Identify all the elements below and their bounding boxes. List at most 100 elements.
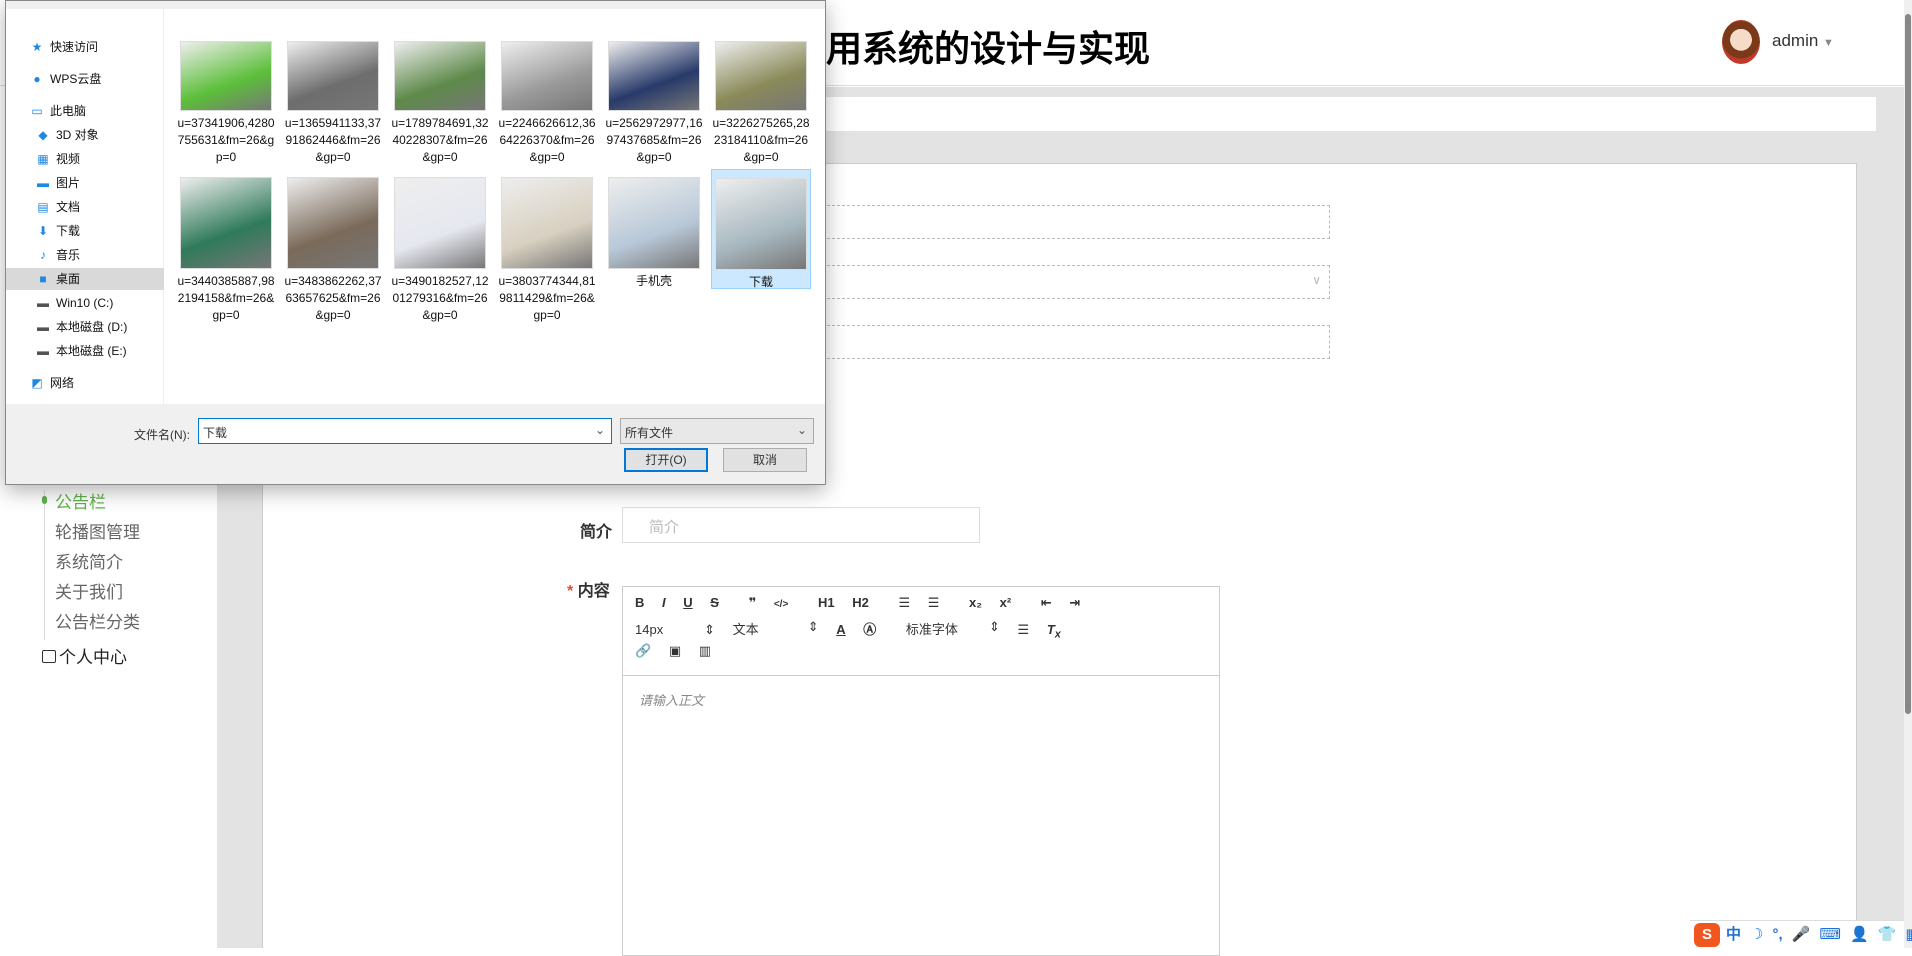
- file-item[interactable]: u=3803774344,819811429&fm=26&gp=0: [497, 169, 597, 324]
- file-name: u=2562972977,1697437685&fm=26&gp=0: [605, 116, 703, 164]
- file-item[interactable]: u=1789784691,3240228307&fm=26&gp=0: [390, 37, 490, 166]
- breadcrumb: [820, 97, 1876, 131]
- nav-item-label: 桌面: [56, 272, 81, 286]
- nav-item[interactable]: ◩ 网络: [30, 372, 164, 394]
- font-family-value: 标准字体: [905, 622, 958, 637]
- clear-format-icon[interactable]: Tx: [1047, 622, 1061, 641]
- background-color-icon[interactable]: Ⓐ: [863, 619, 876, 638]
- ordered-list-icon[interactable]: ☰: [898, 595, 910, 611]
- nav-item[interactable]: ▤ 文档: [36, 196, 170, 218]
- nav-item[interactable]: ◆ 3D 对象: [36, 124, 170, 146]
- nav-item[interactable]: ▭ 此电脑: [30, 100, 164, 122]
- sidebar-item-personal[interactable]: 个人中心: [42, 643, 127, 668]
- strike-button[interactable]: S: [710, 595, 719, 610]
- code-button[interactable]: </>: [774, 599, 788, 610]
- drive-icon: ▬: [37, 320, 49, 334]
- open-button[interactable]: 打开(O): [624, 448, 708, 472]
- superscript-button[interactable]: x²: [1000, 595, 1012, 610]
- file-item[interactable]: u=37341906,4280755631&fm=26&gp=0: [176, 37, 276, 166]
- microphone-icon[interactable]: 🎤: [1792, 926, 1811, 943]
- nav-item[interactable]: ⬇ 下载: [36, 220, 170, 242]
- nav-item-label: 本地磁盘 (E:): [56, 344, 127, 358]
- align-icon[interactable]: ☰: [1018, 622, 1030, 638]
- file-item[interactable]: u=3226275265,2823184110&fm=26&gp=0: [711, 37, 811, 166]
- file-item[interactable]: 手机壳: [604, 169, 704, 290]
- sidebar-item-intro[interactable]: 系统简介: [55, 548, 123, 573]
- nav-item[interactable]: ■ 桌面: [6, 268, 164, 290]
- subscript-button[interactable]: x₂: [969, 595, 982, 610]
- bullet-list-icon[interactable]: ☰: [928, 595, 940, 611]
- nav-item[interactable]: ▬ Win10 (C:): [36, 292, 170, 314]
- font-family-select[interactable]: 标准字体 ⇕: [906, 619, 1000, 638]
- sidebar-item-notice[interactable]: 公告栏: [55, 488, 106, 513]
- updown-icon: ⇕: [704, 622, 715, 637]
- picture-icon: ▬: [37, 176, 49, 190]
- nav-item-label: 快速访问: [50, 40, 99, 54]
- italic-button[interactable]: I: [662, 595, 666, 610]
- nav-item-label: 下载: [56, 224, 81, 238]
- punctuation-icon[interactable]: °,: [1772, 926, 1782, 943]
- sidebar-item-notice-category[interactable]: 公告栏分类: [55, 608, 140, 633]
- video-icon[interactable]: ▥: [699, 643, 711, 659]
- h2-button[interactable]: H2: [852, 595, 869, 610]
- page-scrollbar[interactable]: [1904, 0, 1912, 948]
- h1-button[interactable]: H1: [818, 595, 835, 610]
- form-select[interactable]: ∨: [812, 265, 1330, 299]
- sogou-logo-icon[interactable]: S: [1694, 923, 1720, 947]
- cloud-icon: ●: [33, 72, 41, 86]
- skin-icon[interactable]: 👕: [1878, 926, 1897, 943]
- blockquote-button[interactable]: ❞: [749, 595, 757, 611]
- file-item[interactable]: u=2246626612,3664226370&fm=26&gp=0: [497, 37, 597, 166]
- file-thumbnail: [394, 41, 486, 111]
- file-type-select[interactable]: 所有文件 ⌄: [620, 418, 814, 444]
- file-item[interactable]: u=1365941133,3791862446&fm=26&gp=0: [283, 37, 383, 166]
- outdent-icon[interactable]: ⇤: [1041, 595, 1052, 611]
- nav-item[interactable]: ● WPS云盘: [30, 68, 164, 90]
- network-icon: ◩: [31, 376, 43, 390]
- keyboard-icon[interactable]: ⌨: [1819, 926, 1841, 943]
- nav-item-label: 本地磁盘 (D:): [56, 320, 128, 334]
- sidebar-item-about[interactable]: 关于我们: [55, 578, 123, 603]
- sidebar-item-carousel[interactable]: 轮播图管理: [55, 518, 140, 543]
- image-icon[interactable]: ▣: [669, 643, 681, 659]
- intro-textarea[interactable]: 简介: [622, 507, 980, 543]
- nav-item[interactable]: ▬ 本地磁盘 (E:): [36, 340, 170, 362]
- user-icon[interactable]: 👤: [1850, 926, 1869, 943]
- bold-button[interactable]: B: [635, 595, 644, 610]
- underline-button[interactable]: U: [683, 595, 692, 610]
- file-thumbnail: [501, 41, 593, 111]
- file-thumbnail: [608, 41, 700, 111]
- cancel-button[interactable]: 取消: [723, 448, 807, 472]
- nav-item[interactable]: ▬ 本地磁盘 (D:): [36, 316, 170, 338]
- nav-item-label: 此电脑: [50, 104, 87, 118]
- nav-item[interactable]: ♪ 音乐: [36, 244, 170, 266]
- file-item[interactable]: u=2562972977,1697437685&fm=26&gp=0: [604, 37, 704, 166]
- file-thumbnail: [608, 177, 700, 269]
- nav-item[interactable]: ▦ 视频: [36, 148, 170, 170]
- scrollbar-thumb[interactable]: [1905, 14, 1911, 714]
- filename-input[interactable]: 下载 ⌄: [198, 418, 612, 444]
- file-thumbnail: [287, 41, 379, 111]
- font-color-icon[interactable]: A: [836, 622, 845, 637]
- link-icon[interactable]: 🔗: [635, 643, 651, 659]
- grid-icon[interactable]: ▦: [1905, 926, 1912, 943]
- form-input-1[interactable]: [812, 205, 1330, 239]
- user-menu[interactable]: admin ▼: [1772, 31, 1834, 51]
- moon-icon[interactable]: ☽: [1750, 926, 1763, 943]
- nav-item-label: WPS云盘: [50, 72, 102, 86]
- text-type-select[interactable]: 文本 ⇕: [733, 619, 819, 638]
- font-size-select[interactable]: 14px ⇕: [635, 622, 715, 638]
- file-item[interactable]: u=3490182527,1201279316&fm=26&gp=0: [390, 169, 490, 324]
- chevron-down-icon[interactable]: ⌄: [595, 423, 605, 437]
- indent-icon[interactable]: ⇥: [1069, 595, 1080, 611]
- nav-item[interactable]: ★ 快速访问: [30, 36, 164, 58]
- file-item[interactable]: u=3483862262,3763657625&fm=26&gp=0: [283, 169, 383, 324]
- editor-body[interactable]: 请输入正文: [623, 676, 1219, 723]
- chinese-mode-icon[interactable]: 中: [1726, 926, 1741, 943]
- form-input-3[interactable]: [812, 325, 1330, 359]
- file-item[interactable]: 下载: [711, 169, 811, 289]
- nav-item[interactable]: ▬ 图片: [36, 172, 170, 194]
- file-item[interactable]: u=3440385887,982194158&fm=26&gp=0: [176, 169, 276, 324]
- nav-item-label: 文档: [56, 200, 81, 214]
- avatar[interactable]: [1722, 20, 1760, 64]
